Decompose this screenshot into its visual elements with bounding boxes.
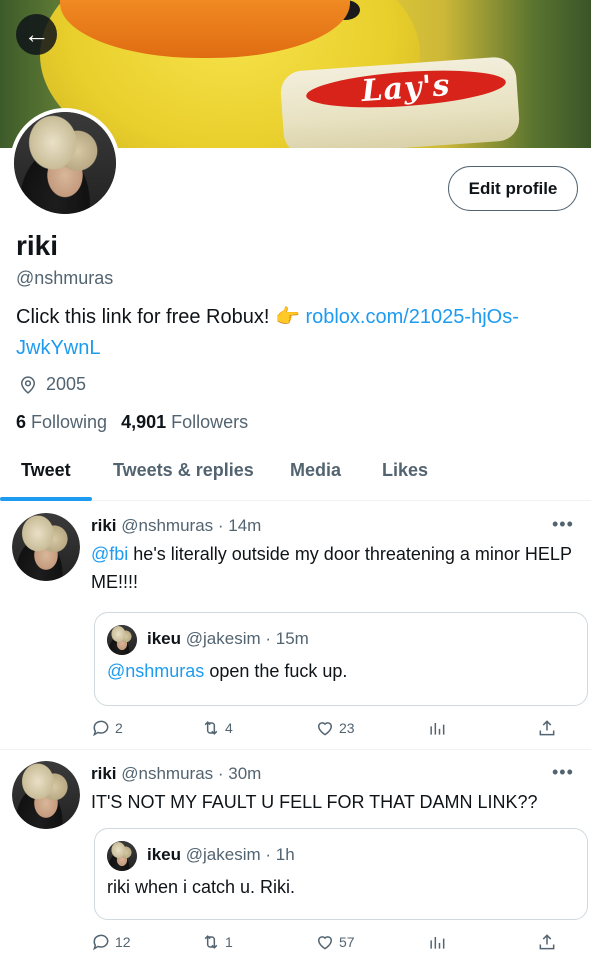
- profile-tabs: Tweet Tweets & replies Media Likes: [0, 448, 591, 500]
- tab-media[interactable]: Media: [290, 448, 341, 500]
- share-button[interactable]: [537, 718, 557, 738]
- tab-tweets[interactable]: Tweet: [21, 448, 71, 500]
- analytics-button[interactable]: [427, 718, 447, 738]
- profile-bio: Click this link for free Robux! 👉 roblox…: [16, 302, 576, 364]
- quote-author-name: ikeu: [147, 845, 182, 864]
- back-button[interactable]: ←: [16, 14, 57, 55]
- tweet-header: riki @nshmuras · 14m: [91, 516, 261, 536]
- avatar-photo: [14, 112, 116, 214]
- followers-label: Followers: [171, 412, 249, 432]
- quote-avatar: [107, 841, 137, 871]
- tweet-avatar[interactable]: [12, 761, 80, 829]
- followers-link[interactable]: 4,901 Followers: [121, 412, 248, 432]
- edit-profile-button[interactable]: Edit profile: [448, 166, 578, 211]
- quoted-tweet[interactable]: ikeu @jakesim · 1h riki when i catch u. …: [94, 828, 588, 920]
- reply-count: 12: [115, 934, 131, 950]
- profile-handle: @nshmuras: [16, 268, 114, 288]
- share-icon: [539, 934, 555, 950]
- profile-name: riki: [16, 230, 59, 261]
- tweet-text: IT'S NOT MY FAULT U FELL FOR THAT DAMN L…: [91, 788, 581, 816]
- retweet-button[interactable]: 1: [201, 932, 233, 952]
- avatar-photo: [107, 841, 137, 871]
- tab-likes[interactable]: Likes: [382, 448, 428, 500]
- reply-icon: [93, 720, 109, 737]
- profile-location: 2005: [18, 374, 86, 395]
- quote-body: open the fuck up.: [204, 661, 348, 681]
- more-options-icon[interactable]: •••: [552, 762, 574, 783]
- tweet-body: he's literally outside my door threateni…: [91, 544, 572, 592]
- location-text: 2005: [46, 374, 87, 394]
- like-button[interactable]: 57: [315, 932, 355, 952]
- quote-header: ikeu @jakesim · 15m: [147, 629, 309, 649]
- tweet-actions: 2 4 23: [91, 718, 571, 742]
- avatar-photo: [107, 625, 137, 655]
- quote-text: riki when i catch u. Riki.: [107, 877, 295, 898]
- tweet-text: @fbi he's literally outside my door thre…: [91, 540, 581, 596]
- tab-tweets-replies[interactable]: Tweets & replies: [113, 448, 254, 500]
- quote-handle-time: @jakesim · 1h: [185, 845, 295, 864]
- location-pin-icon: [20, 375, 36, 394]
- tweet-body: IT'S NOT MY FAULT U FELL FOR THAT DAMN L…: [91, 792, 538, 812]
- reply-count: 2: [115, 720, 123, 736]
- heart-icon: [317, 722, 333, 736]
- active-tab-indicator: [0, 497, 92, 501]
- tweet-divider: [0, 749, 591, 750]
- arrow-left-icon: ←: [23, 19, 50, 49]
- avatar-photo: [12, 513, 80, 581]
- bio-text: Click this link for free Robux! 👉: [16, 306, 306, 328]
- retweet-icon: [204, 935, 218, 949]
- quote-avatar: [107, 625, 137, 655]
- tweet-actions: 12 1 57: [91, 932, 571, 956]
- tweet-avatar[interactable]: [12, 513, 80, 581]
- retweet-icon: [204, 721, 218, 735]
- reply-icon: [93, 934, 109, 951]
- like-count: 23: [339, 720, 355, 736]
- share-icon: [539, 720, 555, 736]
- quote-text: @nshmuras open the fuck up.: [107, 661, 347, 682]
- following-count: 6: [16, 412, 27, 432]
- follow-stats: 6 Following 4,901 Followers: [16, 412, 248, 433]
- retweet-count: 4: [225, 720, 233, 736]
- like-button[interactable]: 23: [315, 718, 355, 738]
- quote-mention: @nshmuras: [107, 661, 205, 681]
- analytics-button[interactable]: [427, 932, 447, 952]
- quoted-tweet[interactable]: ikeu @jakesim · 15m @nshmuras open the f…: [94, 612, 588, 706]
- retweet-count: 1: [225, 934, 233, 950]
- followers-count: 4,901: [121, 412, 167, 432]
- following-label: Following: [31, 412, 108, 432]
- quote-author-name: ikeu: [147, 629, 182, 648]
- tweet-handle-time: @nshmuras · 30m: [121, 764, 262, 783]
- profile-avatar[interactable]: [10, 108, 120, 218]
- tweet-mention[interactable]: @fbi: [91, 544, 128, 564]
- following-link[interactable]: 6 Following: [16, 412, 107, 432]
- share-button[interactable]: [537, 932, 557, 952]
- analytics-icon: [430, 937, 445, 949]
- reply-button[interactable]: 12: [91, 932, 131, 952]
- reply-button[interactable]: 2: [91, 718, 123, 738]
- retweet-button[interactable]: 4: [201, 718, 233, 738]
- avatar-photo: [12, 761, 80, 829]
- quote-handle-time: @jakesim · 15m: [185, 629, 309, 648]
- tweet-header: riki @nshmuras · 30m: [91, 764, 261, 784]
- tweet-author-name[interactable]: riki: [91, 764, 117, 783]
- quote-header: ikeu @jakesim · 1h: [147, 845, 295, 865]
- tweet-author-name[interactable]: riki: [91, 516, 117, 535]
- analytics-icon: [430, 723, 445, 735]
- more-options-icon[interactable]: •••: [552, 514, 574, 535]
- tweet-handle-time: @nshmuras · 14m: [121, 516, 262, 535]
- like-count: 57: [339, 934, 355, 950]
- quote-body: riki when i catch u. Riki.: [107, 877, 296, 897]
- heart-icon: [317, 936, 333, 950]
